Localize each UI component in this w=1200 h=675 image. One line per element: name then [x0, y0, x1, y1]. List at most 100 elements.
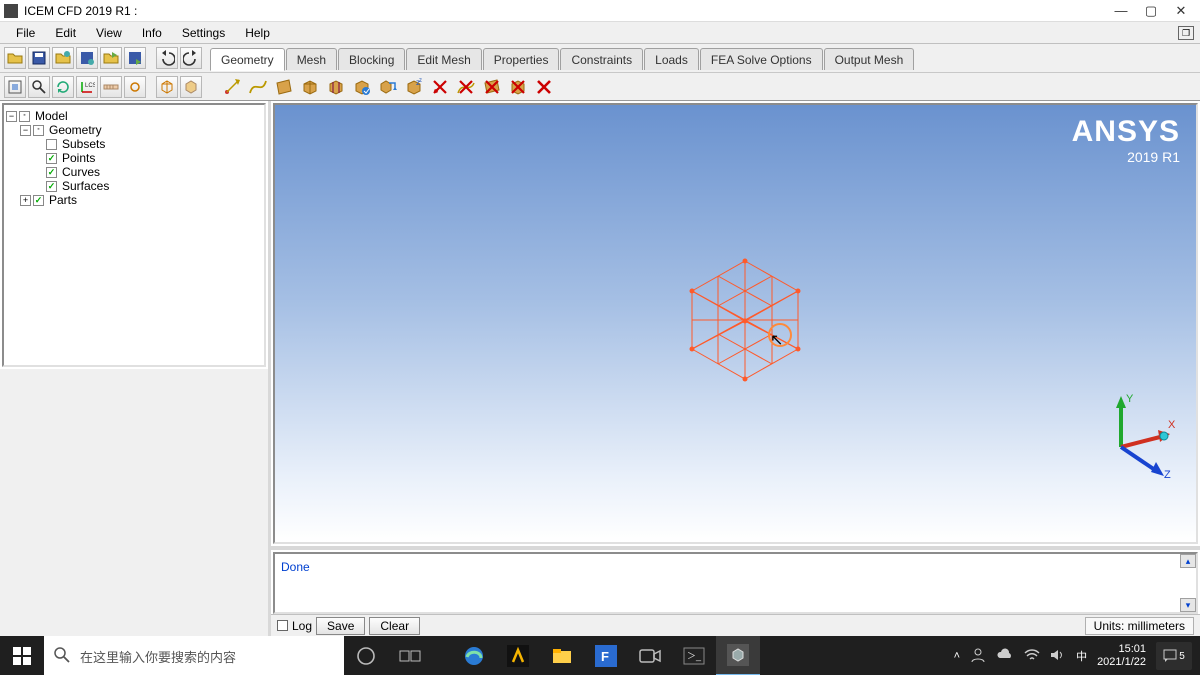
tree-item-geometry[interactable]: Geometry [47, 123, 102, 137]
close-button[interactable]: ✕ [1166, 3, 1196, 19]
minimize-button[interactable]: — [1106, 3, 1136, 18]
open-icon[interactable] [4, 47, 26, 69]
tray-onedrive-icon[interactable] [996, 648, 1014, 665]
tray-chevron-up-icon[interactable]: ˄ [954, 650, 960, 662]
tree-item-points[interactable]: Points [60, 151, 95, 165]
menu-view[interactable]: View [86, 23, 132, 43]
tree-check-model[interactable] [19, 111, 30, 122]
tab-loads[interactable]: Loads [644, 48, 699, 70]
delete-body-icon[interactable] [506, 76, 530, 98]
tab-properties[interactable]: Properties [483, 48, 560, 70]
tab-blocking[interactable]: Blocking [338, 48, 405, 70]
save-mesh-icon[interactable] [124, 47, 146, 69]
create-surface-icon[interactable] [272, 76, 296, 98]
shaded-icon[interactable] [180, 76, 202, 98]
restore-dormant-icon[interactable]: zz [402, 76, 426, 98]
clear-log-button[interactable]: Clear [369, 617, 420, 635]
tab-mesh[interactable]: Mesh [286, 48, 337, 70]
log-checkbox[interactable] [277, 620, 288, 631]
scroll-down-icon[interactable]: ▾ [1180, 598, 1196, 612]
tray-people-icon[interactable] [970, 647, 986, 666]
delete-any-icon[interactable] [532, 76, 556, 98]
redo-icon[interactable] [180, 47, 202, 69]
wireframe-icon[interactable] [156, 76, 178, 98]
create-point-icon[interactable] [220, 76, 244, 98]
tree-check-curves[interactable] [46, 167, 57, 178]
maximize-button[interactable]: ▢ [1136, 3, 1166, 19]
save-log-button[interactable]: Save [316, 617, 365, 635]
taskbar-search[interactable]: 在这里输入你要搜索的内容 [44, 636, 344, 675]
tray-clock[interactable]: 15:01 2021/1/22 [1097, 643, 1146, 669]
orientation-triad[interactable]: Y X Z [1086, 392, 1176, 482]
menu-settings[interactable]: Settings [172, 23, 235, 43]
scroll-up-icon[interactable]: ▴ [1180, 554, 1196, 568]
windows-taskbar[interactable]: 在这里输入你要搜索的内容 F ＞_ ˄ 中 15:01 2021/1/22 5 [0, 636, 1200, 675]
tree-check-parts[interactable] [33, 195, 44, 206]
save-icon[interactable] [28, 47, 50, 69]
graphics-viewport[interactable]: ANSYS 2019 R1 [273, 103, 1198, 544]
menu-info[interactable]: Info [132, 23, 172, 43]
cortana-icon[interactable] [344, 636, 388, 675]
svg-text:＞_: ＞_ [687, 651, 702, 661]
repair-icon[interactable] [350, 76, 374, 98]
delete-curve-icon[interactable] [454, 76, 478, 98]
model-tree[interactable]: − Model − Geometry Subsets Points Curves [2, 103, 266, 367]
taskbar-app-f-icon[interactable]: F [584, 636, 628, 675]
save-geom-icon[interactable] [76, 47, 98, 69]
lcs-icon[interactable]: LCS [76, 76, 98, 98]
task-view-icon[interactable] [388, 636, 432, 675]
tree-item-parts[interactable]: Parts [47, 193, 77, 207]
svg-text:F: F [601, 649, 609, 664]
tray-wifi-icon[interactable] [1024, 648, 1040, 665]
delete-surface-icon[interactable] [480, 76, 504, 98]
open-geom-icon[interactable] [52, 47, 74, 69]
tray-notifications-icon[interactable]: 5 [1156, 642, 1192, 670]
segment-icon[interactable] [324, 76, 348, 98]
tree-expander[interactable]: − [20, 125, 31, 136]
tree-expander[interactable]: − [6, 111, 17, 122]
tab-output-mesh[interactable]: Output Mesh [824, 48, 915, 70]
restore-mdi-button[interactable]: ❐ [1178, 26, 1194, 40]
taskbar-app-terminal-icon[interactable]: ＞_ [672, 636, 716, 675]
menu-help[interactable]: Help [235, 23, 280, 43]
tray-ime-label[interactable]: 中 [1076, 648, 1087, 664]
tab-edit-mesh[interactable]: Edit Mesh [406, 48, 481, 70]
undo-icon[interactable] [156, 47, 178, 69]
measure-icon[interactable] [100, 76, 122, 98]
message-log[interactable]: Done ▴ ▾ [273, 552, 1198, 614]
fit-icon[interactable] [4, 76, 26, 98]
tab-geometry[interactable]: Geometry [210, 48, 285, 71]
menu-edit[interactable]: Edit [45, 23, 86, 43]
taskbar-app-camera-icon[interactable] [628, 636, 672, 675]
start-button[interactable] [0, 636, 44, 675]
tab-constraints[interactable]: Constraints [560, 48, 643, 70]
create-curve-icon[interactable] [246, 76, 270, 98]
zoom-icon[interactable] [28, 76, 50, 98]
tree-item-model[interactable]: Model [33, 109, 68, 123]
log-label: Log [292, 619, 312, 633]
select-icon[interactable] [124, 76, 146, 98]
taskbar-app-icem-icon[interactable] [716, 636, 760, 675]
tree-check-points[interactable] [46, 153, 57, 164]
taskbar-app-ansys-icon[interactable] [496, 636, 540, 675]
tree-expander[interactable]: + [20, 195, 31, 206]
tray-time: 15:01 [1097, 643, 1146, 656]
tree-check-subsets[interactable] [46, 139, 57, 150]
create-body-icon[interactable] [298, 76, 322, 98]
tab-fea-solve[interactable]: FEA Solve Options [700, 48, 823, 70]
delete-point-icon[interactable] [428, 76, 452, 98]
tree-check-geometry[interactable] [33, 125, 44, 136]
tree-check-surfaces[interactable] [46, 181, 57, 192]
open-mesh-icon[interactable] [100, 47, 122, 69]
tree-item-surfaces[interactable]: Surfaces [60, 179, 109, 193]
tree-item-curves[interactable]: Curves [60, 165, 100, 179]
transform-icon[interactable] [376, 76, 400, 98]
tray-volume-icon[interactable] [1050, 648, 1066, 665]
brand-version: 2019 R1 [1072, 149, 1180, 165]
taskbar-app-explorer-icon[interactable] [540, 636, 584, 675]
menu-file[interactable]: File [6, 23, 45, 43]
tree-item-subsets[interactable]: Subsets [60, 137, 105, 151]
ansys-watermark: ANSYS 2019 R1 [1072, 115, 1180, 165]
taskbar-app-edge-icon[interactable] [452, 636, 496, 675]
refresh-icon[interactable] [52, 76, 74, 98]
